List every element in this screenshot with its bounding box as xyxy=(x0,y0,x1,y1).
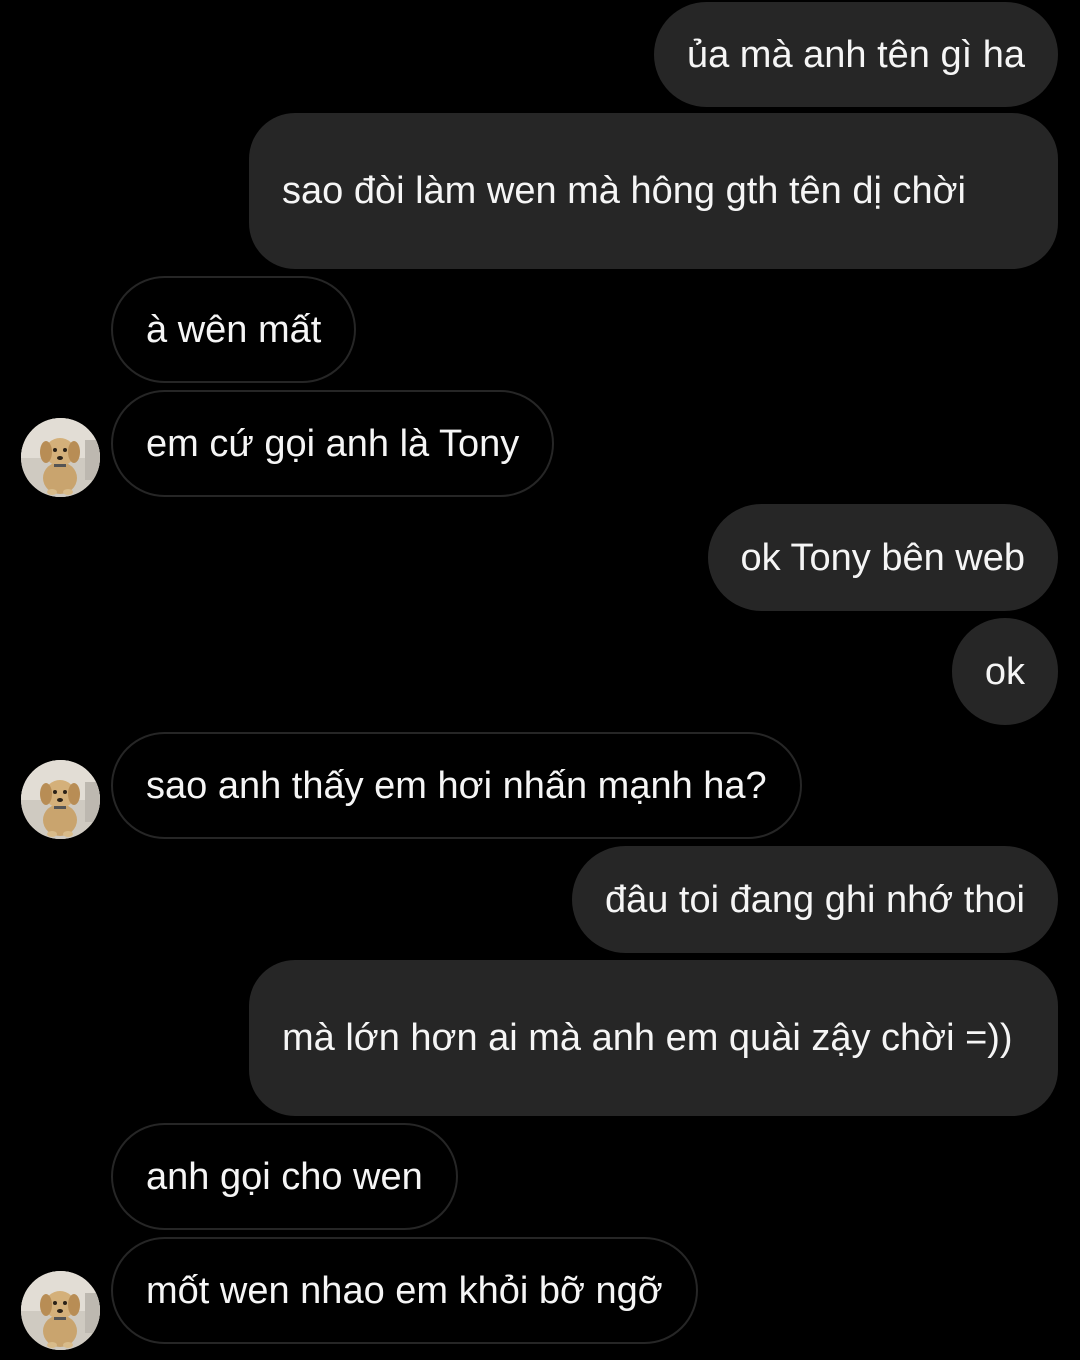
received-message[interactable]: anh gọi cho wen xyxy=(111,1123,458,1230)
contact-avatar[interactable] xyxy=(21,760,100,839)
received-message[interactable]: à wên mất xyxy=(111,276,357,383)
puppy-avatar-icon xyxy=(21,1271,100,1350)
sent-message[interactable]: ủa mà anh tên gì ha xyxy=(653,2,1058,107)
contact-avatar[interactable] xyxy=(21,1271,100,1350)
sent-message[interactable]: ok xyxy=(951,618,1058,725)
sent-message[interactable]: đâu toi đang ghi nhớ thoi xyxy=(571,846,1058,953)
sent-message[interactable]: sao đòi làm wen mà hông gth tên dị chời xyxy=(249,113,1058,269)
received-message[interactable]: mốt wen nhao em khỏi bỡ ngỡ xyxy=(111,1237,698,1344)
chat-thread: ủa mà anh tên gì ha sao đòi làm wen mà h… xyxy=(0,0,1080,1360)
puppy-avatar-icon xyxy=(21,418,100,497)
contact-avatar[interactable] xyxy=(21,418,100,497)
sent-message[interactable]: ok Tony bên web xyxy=(707,504,1058,611)
received-message[interactable]: em cứ gọi anh là Tony xyxy=(111,390,555,497)
puppy-avatar-icon xyxy=(21,760,100,839)
sent-message[interactable]: mà lớn hơn ai mà anh em quài zậy chời =)… xyxy=(249,960,1058,1116)
received-message[interactable]: sao anh thấy em hơi nhấn mạnh ha? xyxy=(111,732,802,839)
